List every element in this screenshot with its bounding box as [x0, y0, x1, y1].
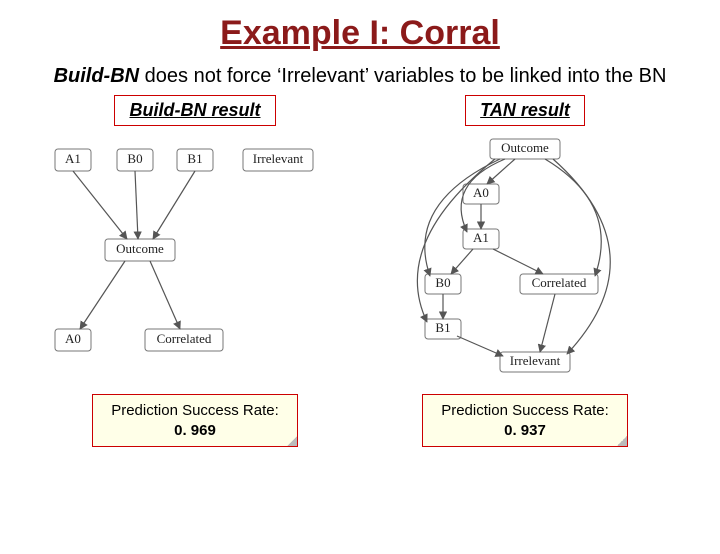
node-outcome: Outcome [116, 241, 164, 256]
node-outcome-r: Outcome [501, 140, 549, 155]
node-irrelevant: Irrelevant [253, 151, 304, 166]
node-correlated-r: Correlated [532, 275, 587, 290]
node-a0: A0 [65, 331, 81, 346]
left-result-box: Prediction Success Rate: 0. 969 [92, 394, 298, 447]
node-correlated: Correlated [157, 331, 212, 346]
left-result-label: Prediction Success Rate: [111, 401, 279, 421]
page-title: Example I: Corral [0, 14, 720, 53]
subtitle-method: Build-BN [54, 65, 140, 87]
node-a0-r: A0 [473, 185, 489, 200]
node-b1-r: B1 [435, 320, 450, 335]
subtitle-text: does not force ‘Irrelevant’ variables to… [139, 65, 666, 87]
left-graph: A1 B0 B1 Irrelevant Outcome A0 Correlate… [45, 134, 345, 374]
subtitle: Build-BN does not force ‘Irrelevant’ var… [0, 63, 720, 89]
right-header: TAN result [465, 95, 585, 126]
right-result-box: Prediction Success Rate: 0. 937 [422, 394, 628, 447]
right-result-label: Prediction Success Rate: [441, 401, 609, 421]
node-b1: B1 [187, 151, 202, 166]
right-graph: Outcome A0 A1 B0 Correlated B1 Irrelevan… [375, 134, 675, 374]
node-irrelevant-r: Irrelevant [510, 353, 561, 368]
left-header: Build-BN result [114, 95, 275, 126]
node-a1-r: A1 [473, 230, 489, 245]
left-column: Build-BN result A1 B0 B1 Irrelevant [40, 95, 350, 447]
right-column: TAN result Outcome A0 A1 B0 [370, 95, 680, 447]
node-a1: A1 [65, 151, 81, 166]
node-b0: B0 [127, 151, 142, 166]
columns: Build-BN result A1 B0 B1 Irrelevant [0, 95, 720, 447]
left-result-value: 0. 969 [111, 421, 279, 441]
node-b0-r: B0 [435, 275, 450, 290]
right-result-value: 0. 937 [441, 421, 609, 441]
